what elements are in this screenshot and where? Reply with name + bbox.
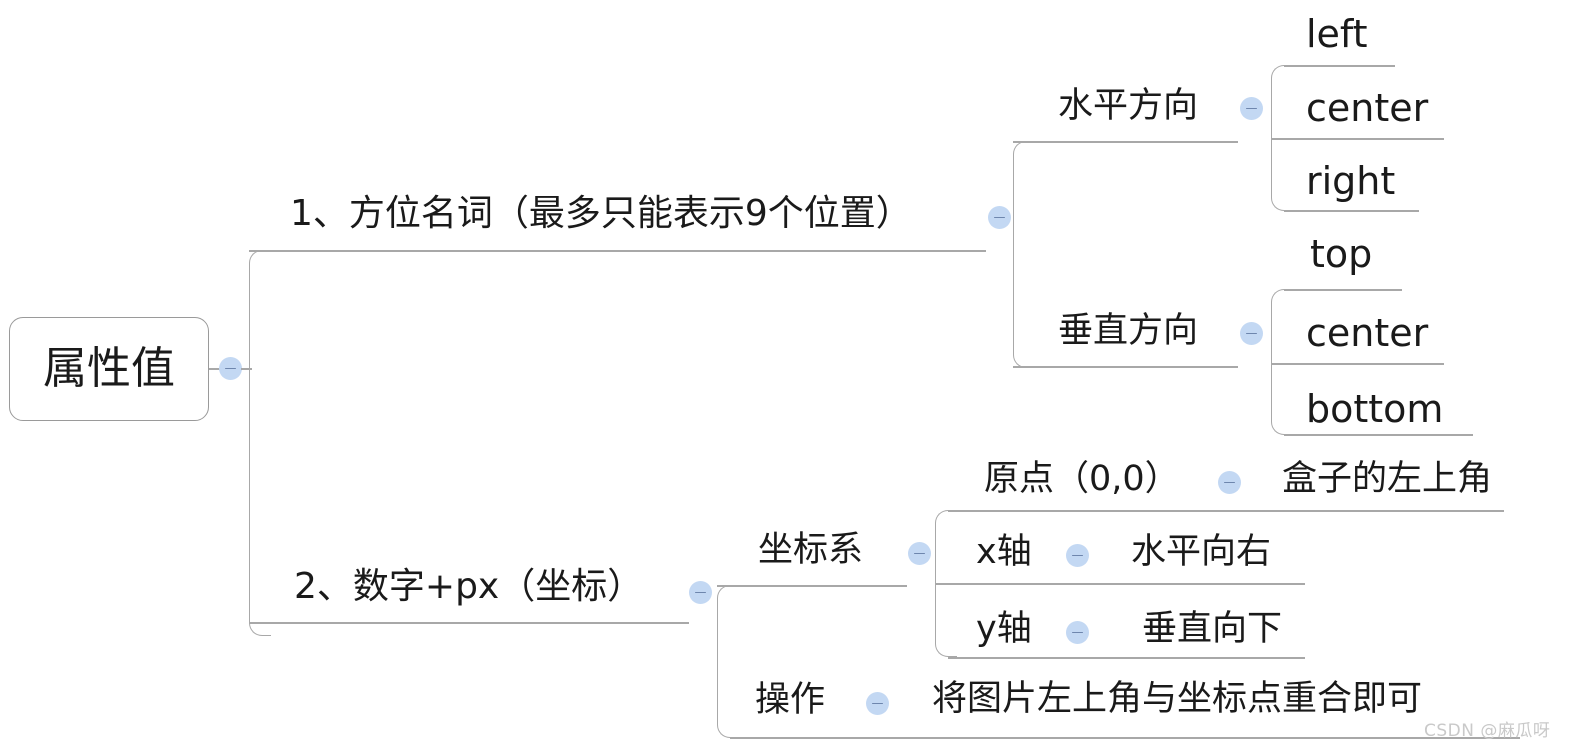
leaf-node-bottom[interactable]: bottom: [1306, 390, 1443, 428]
branch-node-1[interactable]: 1、方位名词（最多只能表示9个位置）: [290, 196, 912, 232]
leaf-value-x-axis-text: 水平向右: [1131, 532, 1272, 572]
coordinate-system-collapse-icon[interactable]: [908, 542, 931, 565]
leaf-node-right-label: right: [1306, 159, 1396, 203]
leaf-node-right-underline: [1284, 210, 1419, 212]
child-node-operation[interactable]: 操作: [755, 683, 825, 718]
leaf-node-center-h-underline: [1271, 138, 1444, 140]
branch-node-2-underline: [249, 622, 689, 624]
leaf-node-bottom-label: bottom: [1306, 387, 1444, 431]
branch-2-bracket: [717, 585, 739, 738]
root-collapse-icon[interactable]: [219, 357, 242, 380]
leaf-value-y-axis-text: 垂直向下: [1142, 609, 1283, 649]
mindmap-canvas: 属性值 1、方位名词（最多只能表示9个位置） 水平方向 left center …: [0, 0, 1571, 750]
leaf-node-top[interactable]: top: [1310, 235, 1372, 273]
branch-node-1-label: 1、方位名词（最多只能表示9个位置）: [290, 193, 912, 234]
leaf-value-operation-text: 将图片左上角与坐标点重合即可: [932, 679, 1423, 719]
leaf-node-left-label: left: [1306, 12, 1368, 56]
leaf-node-left-underline: [1284, 65, 1395, 67]
leaf-node-y-axis[interactable]: y轴: [976, 612, 1032, 647]
child-node-horizontal[interactable]: 水平方向: [1058, 89, 1198, 124]
branch-1-bracket: [1013, 141, 1035, 368]
leaf-node-right[interactable]: right: [1306, 162, 1395, 200]
leaf-node-bottom-underline: [1284, 434, 1473, 436]
leaf-value-x-axis[interactable]: 水平向右: [1131, 535, 1271, 570]
child-node-vertical[interactable]: 垂直方向: [1058, 314, 1198, 349]
leaf-value-origin[interactable]: 盒子的左上角: [1282, 462, 1492, 497]
root-node-label: 属性值: [43, 343, 175, 394]
leaf-node-x-axis[interactable]: x轴: [976, 535, 1032, 570]
child-node-horizontal-underline: [1013, 141, 1238, 143]
leaf-node-origin-label: 原点（0,0）: [984, 459, 1180, 499]
leaf-node-top-underline: [1284, 289, 1402, 291]
root-node[interactable]: 属性值: [9, 317, 209, 421]
child-node-operation-underline: [730, 737, 1520, 739]
branch-2-collapse-icon[interactable]: [689, 581, 712, 604]
child-node-horizontal-label: 水平方向: [1058, 86, 1199, 126]
child-node-vertical-label: 垂直方向: [1058, 311, 1199, 351]
branch-node-2-label: 2、数字+px（坐标）: [294, 566, 644, 607]
root-bracket: [249, 250, 271, 636]
child-node-vertical-underline: [1013, 366, 1238, 368]
operation-collapse-icon[interactable]: [866, 692, 889, 715]
leaf-node-center-v-underline: [1271, 363, 1444, 365]
child-node-coordinate-system[interactable]: 坐标系: [758, 533, 863, 568]
leaf-node-x-axis-label: x轴: [976, 532, 1032, 572]
watermark: CSDN @麻瓜呀: [1424, 716, 1550, 741]
leaf-value-y-axis[interactable]: 垂直向下: [1142, 612, 1282, 647]
leaf-node-y-axis-label: y轴: [976, 609, 1032, 649]
branch-node-2[interactable]: 2、数字+px（坐标）: [294, 569, 643, 605]
child-node-operation-label: 操作: [755, 680, 826, 720]
leaf-node-center-h-label: center: [1306, 86, 1429, 130]
leaf-value-operation[interactable]: 将图片左上角与坐标点重合即可: [932, 682, 1422, 717]
y-axis-collapse-icon[interactable]: [1066, 621, 1089, 644]
leaf-node-center-v[interactable]: center: [1306, 314, 1428, 352]
leaf-node-center-h[interactable]: center: [1306, 89, 1428, 127]
child-node-coordinate-system-label: 坐标系: [758, 530, 864, 570]
leaf-node-x-axis-underline: [935, 583, 1305, 585]
child-node-coordinate-system-underline: [717, 585, 907, 587]
leaf-node-origin[interactable]: 原点（0,0）: [984, 462, 1180, 497]
leaf-node-y-axis-underline: [948, 657, 1305, 659]
vertical-leaf-bracket: [1271, 289, 1293, 435]
x-axis-collapse-icon[interactable]: [1066, 544, 1089, 567]
branch-1-collapse-icon[interactable]: [988, 206, 1011, 229]
leaf-node-top-label: top: [1310, 232, 1373, 276]
horizontal-collapse-icon[interactable]: [1240, 97, 1263, 120]
leaf-node-left[interactable]: left: [1306, 15, 1368, 53]
leaf-node-center-v-label: center: [1306, 311, 1429, 355]
leaf-node-origin-underline: [948, 510, 1504, 512]
origin-collapse-icon[interactable]: [1218, 471, 1241, 494]
branch-node-1-underline: [249, 250, 986, 252]
vertical-collapse-icon[interactable]: [1240, 322, 1263, 345]
watermark-text: CSDN @麻瓜呀: [1424, 721, 1551, 741]
leaf-value-origin-text: 盒子的左上角: [1282, 459, 1493, 499]
